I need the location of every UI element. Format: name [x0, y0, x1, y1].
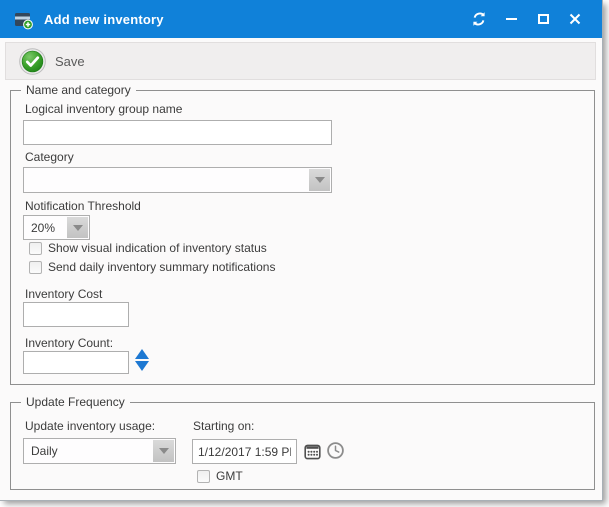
minimize-button[interactable] — [502, 10, 520, 28]
threshold-value: 20% — [31, 221, 55, 235]
save-check-icon — [19, 48, 46, 75]
usage-dropdown-button[interactable] — [153, 440, 174, 462]
daily-summary-checkbox[interactable] — [29, 261, 42, 274]
window-title: Add new inventory — [44, 12, 164, 27]
inventory-add-app-icon — [12, 8, 34, 30]
gmt-label: GMT — [216, 469, 243, 483]
category-label: Category — [25, 150, 74, 164]
toolbar: Save — [5, 42, 596, 80]
threshold-label: Notification Threshold — [25, 199, 141, 213]
usage-label: Update inventory usage: — [25, 419, 155, 433]
minimize-icon — [506, 18, 517, 20]
usage-value: Daily — [31, 444, 58, 458]
titlebar: Add new inventory — [0, 0, 602, 38]
visual-indication-row: Show visual indication of inventory stat… — [29, 241, 267, 255]
inventory-cost-input[interactable] — [23, 302, 129, 327]
group-name-label: Logical inventory group name — [25, 102, 182, 116]
save-button[interactable]: Save — [16, 45, 93, 78]
threshold-dropdown-button[interactable] — [67, 217, 88, 238]
refresh-icon — [471, 11, 487, 27]
maximize-icon — [538, 14, 549, 24]
starting-on-input[interactable] — [192, 439, 297, 464]
chevron-down-icon — [73, 225, 83, 231]
calendar-icon — [304, 443, 321, 460]
gmt-row: GMT — [197, 469, 243, 483]
close-icon — [569, 13, 581, 25]
update-frequency-group: Update Frequency Update inventory usage:… — [10, 402, 595, 490]
calendar-picker-button[interactable] — [303, 442, 321, 460]
category-combobox[interactable] — [23, 167, 332, 193]
daily-summary-label: Send daily inventory summary notificatio… — [48, 260, 275, 274]
group-name-input[interactable] — [23, 120, 332, 145]
maximize-button[interactable] — [534, 10, 552, 28]
titlebar-buttons — [470, 0, 584, 38]
spinner-up-icon[interactable] — [135, 349, 149, 359]
clock-icon — [326, 441, 345, 460]
inventory-cost-label: Inventory Cost — [25, 287, 102, 301]
save-label: Save — [55, 54, 85, 69]
usage-combobox[interactable]: Daily — [23, 438, 176, 464]
daily-summary-row: Send daily inventory summary notificatio… — [29, 260, 275, 274]
chevron-down-icon — [315, 177, 325, 183]
refresh-button[interactable] — [470, 10, 488, 28]
update-frequency-legend: Update Frequency — [21, 395, 130, 409]
name-category-group: Name and category Logical inventory grou… — [10, 90, 595, 385]
inventory-count-spinner — [135, 349, 149, 371]
name-category-legend: Name and category — [21, 83, 136, 97]
gmt-checkbox[interactable] — [197, 470, 210, 483]
threshold-combobox[interactable]: 20% — [23, 215, 90, 240]
chevron-down-icon — [159, 448, 169, 454]
category-dropdown-button[interactable] — [309, 169, 330, 191]
visual-indication-checkbox[interactable] — [29, 242, 42, 255]
time-picker-button[interactable] — [326, 441, 345, 460]
spinner-down-icon[interactable] — [135, 361, 149, 371]
starting-on-label: Starting on: — [193, 419, 254, 433]
add-inventory-dialog: Add new inventory — [0, 0, 602, 500]
visual-indication-label: Show visual indication of inventory stat… — [48, 241, 267, 255]
close-button[interactable] — [566, 10, 584, 28]
inventory-count-input[interactable] — [23, 351, 129, 374]
inventory-count-label: Inventory Count: — [25, 336, 113, 350]
